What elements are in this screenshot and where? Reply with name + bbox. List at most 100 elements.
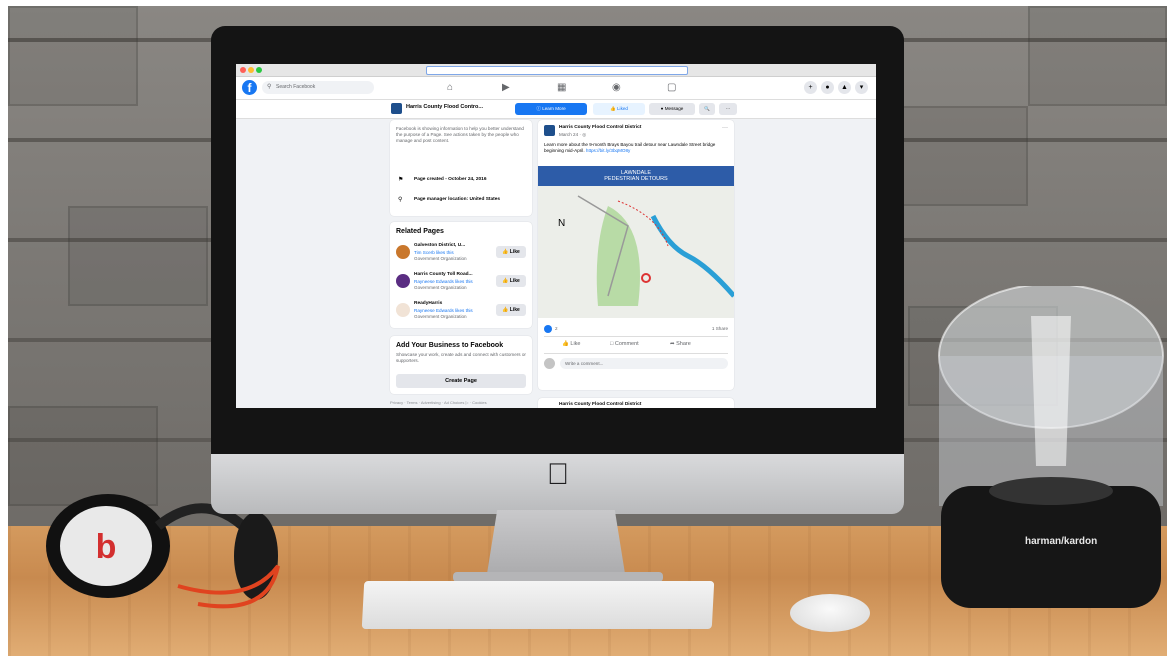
related-page-name[interactable]: ReadyHarris xyxy=(414,301,442,306)
like-label: Like xyxy=(509,278,520,284)
related-page-name[interactable]: Harris County Toll Road... xyxy=(414,272,473,277)
post-link[interactable]: https://bit.ly/3bqMO8y xyxy=(586,148,630,153)
share-count[interactable]: 1 Share xyxy=(712,326,728,332)
page-header-bar: Harris County Flood Contro... ⓘ Learn Mo… xyxy=(236,100,876,119)
brick xyxy=(68,206,208,306)
minimize-window-icon[interactable] xyxy=(248,67,254,73)
address-bar[interactable] xyxy=(426,66,688,75)
related-page-category: Government Organization xyxy=(414,314,467,319)
learn-more-label: Learn More xyxy=(542,106,566,111)
detour-map-image[interactable]: LAWNDALE PEDESTRIAN DETOURS N xyxy=(538,166,734,318)
home-icon[interactable]: ⌂ xyxy=(447,82,453,94)
page-search-button[interactable]: 🔍 xyxy=(699,103,715,115)
speaker-brand-label: harman/kardon xyxy=(1025,536,1098,547)
post-card: Harris County Flood Control District Mar… xyxy=(538,120,734,390)
page-avatar xyxy=(396,274,410,288)
transparency-text: Facebook is showing information to help … xyxy=(396,126,524,143)
page-manager-location: Page manager location: United States xyxy=(414,197,501,202)
globe-icon: ◎ xyxy=(582,132,587,137)
facebook-top-bar: f ⚲ Search Facebook ⌂ ▶ ▦ ◉ ▢ + ● ▲ ▾ xyxy=(236,77,876,100)
like-label: Like xyxy=(509,249,520,255)
like-page-button[interactable]: 👍 Like xyxy=(496,304,526,316)
notifications-icon[interactable]: ▲ xyxy=(838,81,851,94)
related-pages-card: Related Pages Galveston District, U... T… xyxy=(390,222,532,328)
footer-links[interactable]: Privacy · Terms · Advertising · Ad Choic… xyxy=(390,400,487,406)
add-business-text: Showcase your work, create ads and conne… xyxy=(396,352,526,363)
divider xyxy=(544,336,728,337)
page-avatar xyxy=(396,303,410,317)
message-label: Message xyxy=(664,106,684,111)
thumbs-up-icon: 👍 xyxy=(502,307,510,313)
groups-icon[interactable]: ◉ xyxy=(612,82,621,94)
post-date-text: March 24 · xyxy=(559,132,583,137)
page-transparency-card: Facebook is showing information to help … xyxy=(390,120,532,216)
post-share-label: Share xyxy=(676,341,691,347)
map-title-line-2: PEDESTRIAN DETOURS xyxy=(604,176,668,182)
facebook-logo-icon[interactable]: f xyxy=(242,80,257,95)
next-post-card: Harris County Flood Control District xyxy=(538,398,734,408)
watch-icon[interactable]: ▶ xyxy=(502,82,510,94)
gaming-icon[interactable]: ▢ xyxy=(667,82,676,94)
more-options-button[interactable]: ··· xyxy=(719,103,737,115)
imac-screen: f ⚲ Search Facebook ⌂ ▶ ▦ ◉ ▢ + ● ▲ ▾ Har… xyxy=(236,64,876,408)
comment-input[interactable]: Write a comment... xyxy=(560,358,728,369)
svg-text:N: N xyxy=(558,218,565,229)
like-label: Like xyxy=(509,307,520,313)
map-illustration: N xyxy=(538,186,734,318)
marketplace-icon[interactable]: ▦ xyxy=(557,82,566,94)
post-like-button[interactable]: 👍 Like xyxy=(562,341,580,347)
liked-label: Liked xyxy=(617,106,628,111)
thumbs-up-icon: 👍 xyxy=(502,249,510,255)
account-menu-icon[interactable]: ▾ xyxy=(855,81,868,94)
create-page-button[interactable]: Create Page xyxy=(396,374,526,388)
svg-text:b: b xyxy=(96,528,117,566)
like-reaction-icon xyxy=(544,325,552,333)
magic-mouse xyxy=(790,594,870,632)
brick xyxy=(1028,6,1167,106)
flag-icon: ⚑ xyxy=(398,177,404,183)
next-post-author[interactable]: Harris County Flood Control District xyxy=(559,402,641,407)
post-author[interactable]: Harris County Flood Control District xyxy=(559,125,641,130)
search-input[interactable]: ⚲ Search Facebook xyxy=(262,81,374,94)
page-title[interactable]: Harris County Flood Contro... xyxy=(406,104,483,110)
search-placeholder: Search Facebook xyxy=(276,84,316,90)
page-created-date: Page created - October 24, 2016 xyxy=(414,177,487,182)
related-page-name[interactable]: Galveston District, U... xyxy=(414,243,465,248)
messenger-icon[interactable]: ● xyxy=(821,81,834,94)
post-like-label: Like xyxy=(570,341,581,347)
location-pin-icon: ⚲ xyxy=(398,197,403,203)
harman-kardon-speaker xyxy=(938,286,1164,608)
related-page-item[interactable]: ReadyHarris Rayneese Edwards likes this … xyxy=(390,300,532,328)
liked-button[interactable]: 👍 Liked xyxy=(593,103,645,115)
avatar xyxy=(544,358,555,369)
post-author-avatar[interactable] xyxy=(544,125,555,136)
reaction-count[interactable]: 2 xyxy=(555,326,558,332)
map-banner: LAWNDALE PEDESTRIAN DETOURS xyxy=(538,166,734,186)
related-pages-title: Related Pages xyxy=(396,228,444,235)
add-business-card: Add Your Business to Facebook Showcase y… xyxy=(390,336,532,394)
related-page-category: Government Organization xyxy=(414,285,467,290)
page-avatar[interactable] xyxy=(391,103,402,114)
like-page-button[interactable]: 👍 Like xyxy=(496,275,526,287)
like-page-button[interactable]: 👍 Like xyxy=(496,246,526,258)
thumbs-up-icon: 👍 xyxy=(610,106,617,111)
thumbs-up-icon: 👍 xyxy=(502,278,510,284)
brick xyxy=(888,106,1028,206)
message-button[interactable]: ● Message xyxy=(649,103,695,115)
related-page-item[interactable]: Harris County Toll Road... Rayneese Edwa… xyxy=(390,271,532,299)
create-icon[interactable]: + xyxy=(804,81,817,94)
post-share-button[interactable]: ➦ Share xyxy=(670,341,691,347)
page-avatar xyxy=(396,245,410,259)
apple-logo-icon:  xyxy=(543,458,573,492)
post-comment-button[interactable]: □ Comment xyxy=(610,341,639,347)
post-date[interactable]: March 24 · ◎ xyxy=(559,132,586,138)
photo-scene: b  f ⚲ Search Facebook ⌂ ▶ ▦ ◉ ▢ + ● ▲ ▾ xyxy=(8,6,1167,656)
search-icon: ⚲ xyxy=(267,84,272,90)
post-more-icon[interactable]: ··· xyxy=(722,125,728,131)
learn-more-button[interactable]: ⓘ Learn More xyxy=(515,103,587,115)
close-window-icon[interactable] xyxy=(240,67,246,73)
add-business-title: Add Your Business to Facebook xyxy=(396,342,504,349)
post-comment-label: Comment xyxy=(614,341,639,347)
related-page-item[interactable]: Galveston District, U... Tim Scerb likes… xyxy=(390,242,532,270)
zoom-window-icon[interactable] xyxy=(256,67,262,73)
